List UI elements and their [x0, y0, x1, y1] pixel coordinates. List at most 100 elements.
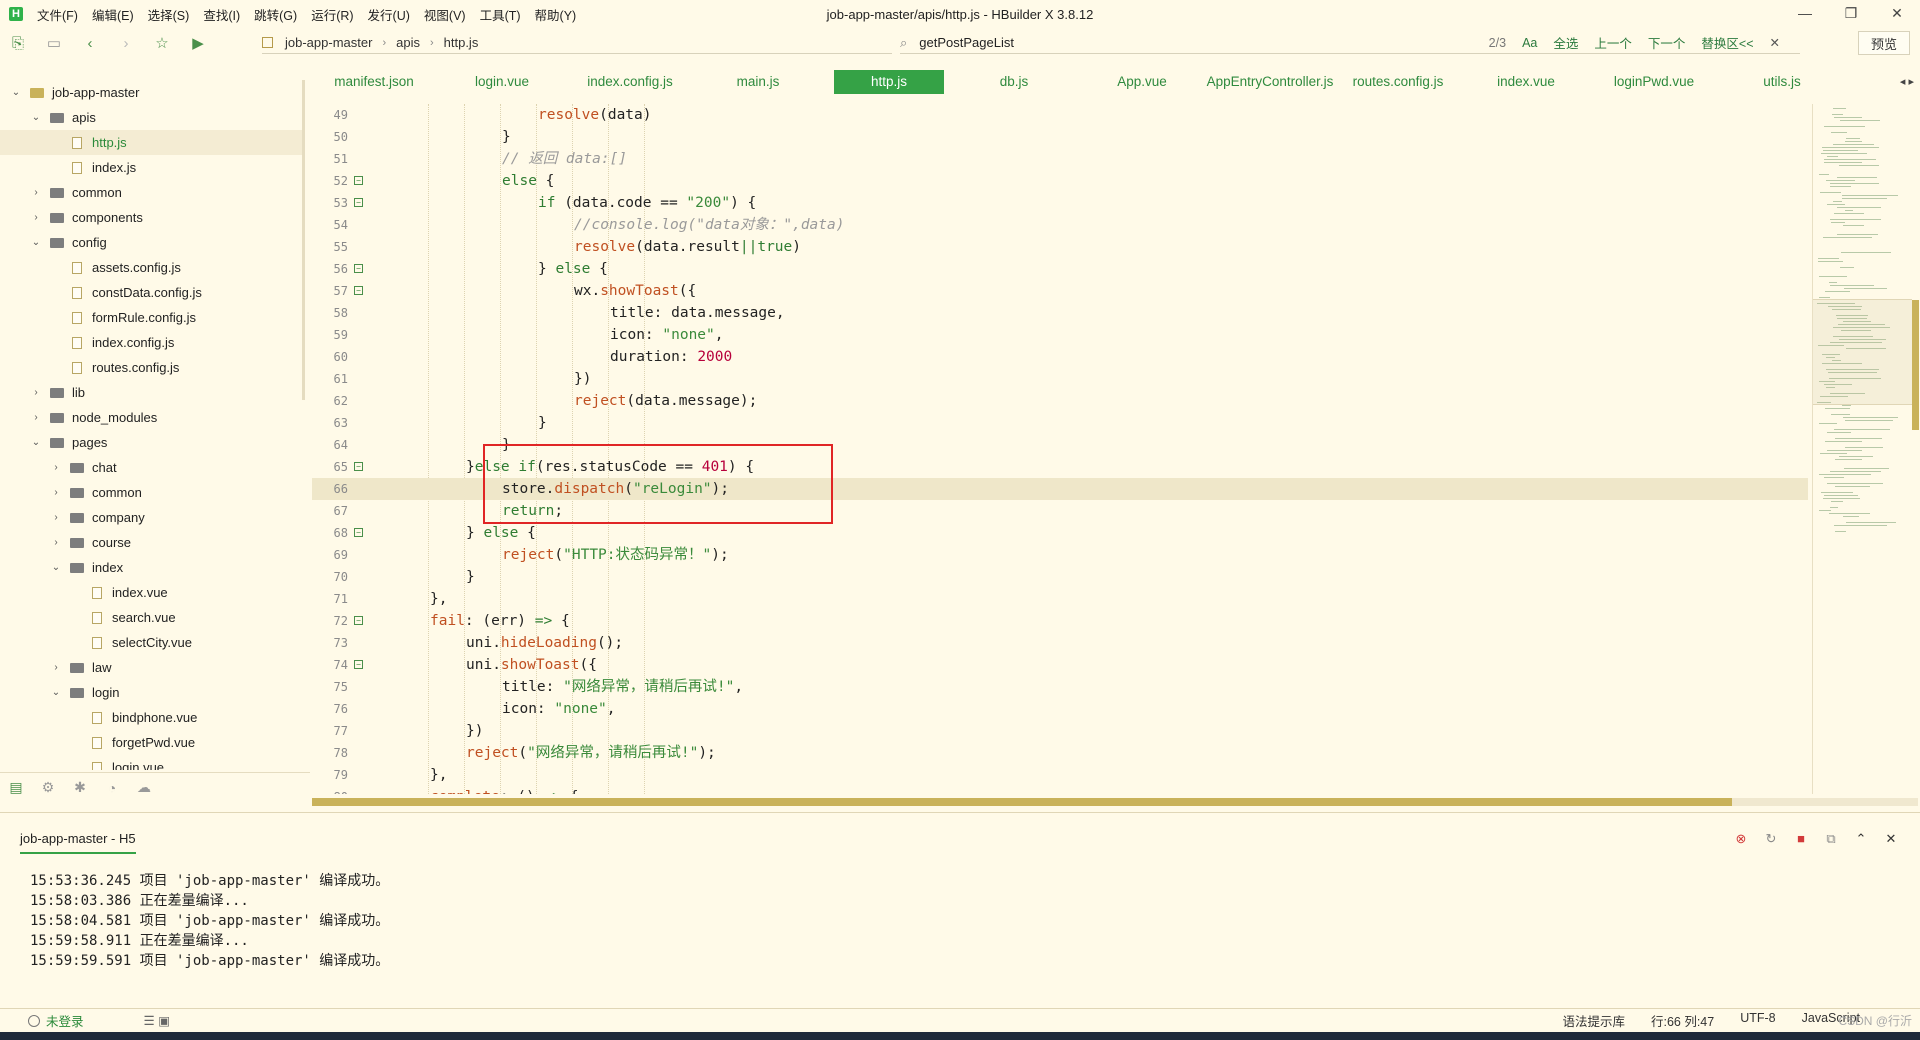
- tree-folder-item[interactable]: › lib: [0, 380, 304, 405]
- chevron-right-icon[interactable]: ›: [30, 187, 42, 198]
- code-line[interactable]: 64}: [312, 434, 1808, 456]
- tree-folder-item[interactable]: › chat: [0, 455, 304, 480]
- fold-toggle-icon[interactable]: −: [354, 528, 363, 537]
- vertical-scrollbar[interactable]: [1912, 300, 1919, 430]
- stop-icon[interactable]: ■: [1786, 831, 1816, 847]
- editor-tab[interactable]: utils.js: [1718, 70, 1846, 94]
- tree-file-item[interactable]: index.config.js: [0, 330, 304, 355]
- fold-toggle-icon[interactable]: −: [354, 286, 363, 295]
- back-icon[interactable]: ‹: [72, 35, 108, 52]
- chevron-down-icon[interactable]: ⌄: [50, 562, 62, 573]
- tree-file-item[interactable]: index.vue: [0, 580, 304, 605]
- fold-toggle-icon[interactable]: −: [354, 198, 363, 207]
- project-manager-icon[interactable]: ▤: [0, 779, 32, 796]
- tab-scroll-arrows-icon[interactable]: ◂ ▸: [1900, 70, 1914, 94]
- breadcrumb-item[interactable]: job-app-master: [285, 35, 372, 50]
- fold-toggle-icon[interactable]: −: [354, 616, 363, 625]
- menu-item[interactable]: 工具(T): [480, 5, 521, 24]
- git-icon[interactable]: ◔: [96, 780, 128, 796]
- fold-toggle-icon[interactable]: −: [354, 176, 363, 185]
- menu-item[interactable]: 帮助(Y): [535, 5, 577, 24]
- menu-item[interactable]: 文件(F): [37, 5, 78, 24]
- editor-tab[interactable]: index.vue: [1462, 70, 1590, 94]
- code-line[interactable]: 67 return;: [312, 500, 1808, 522]
- sidebar-scrollbar[interactable]: [302, 80, 305, 400]
- fold-toggle-icon[interactable]: −: [354, 462, 363, 471]
- code-line[interactable]: 71},: [312, 588, 1808, 610]
- editor-tab[interactable]: index.config.js: [566, 70, 694, 94]
- tree-folder-item[interactable]: › course: [0, 530, 304, 555]
- close-icon[interactable]: ✕: [1874, 0, 1920, 28]
- code-line[interactable]: 58 title: data.message,: [312, 302, 1808, 324]
- tree-folder-item[interactable]: › components: [0, 205, 304, 230]
- tree-folder-item[interactable]: › law: [0, 655, 304, 680]
- code-line[interactable]: 76 icon: "none",: [312, 698, 1808, 720]
- code-line[interactable]: 53− if (data.code == "200") {: [312, 192, 1808, 214]
- chevron-right-icon[interactable]: ›: [50, 662, 62, 673]
- editor-tab[interactable]: db.js: [950, 70, 1078, 94]
- tree-folder-item[interactable]: ⌄ login: [0, 680, 304, 705]
- menu-item[interactable]: 编辑(E): [92, 5, 134, 24]
- code-line[interactable]: 77}): [312, 720, 1808, 742]
- code-line[interactable]: 80 complete: () => {: [312, 786, 1808, 794]
- code-line[interactable]: 49 resolve(data): [312, 104, 1808, 126]
- restart-icon[interactable]: ↻: [1756, 831, 1786, 847]
- code-line[interactable]: 75 title: "网络异常，请稍后再试!",: [312, 676, 1808, 698]
- chevron-down-icon[interactable]: ⌄: [10, 87, 22, 98]
- open-external-icon[interactable]: ⧉: [1816, 831, 1846, 847]
- chevron-right-icon[interactable]: ›: [50, 462, 62, 473]
- code-line[interactable]: 66 store.dispatch("reLogin");: [312, 478, 1808, 500]
- code-line[interactable]: 59 icon: "none",: [312, 324, 1808, 346]
- editor-tab[interactable]: manifest.json: [310, 70, 438, 94]
- code-line[interactable]: 68−} else {: [312, 522, 1808, 544]
- tree-file-item[interactable]: search.vue: [0, 605, 304, 630]
- minimize-icon[interactable]: —: [1782, 0, 1828, 28]
- menu-item[interactable]: 查找(I): [203, 5, 240, 24]
- restore-icon[interactable]: ❐: [1828, 0, 1874, 28]
- code-line[interactable]: 78 reject("网络异常，请稍后再试!");: [312, 742, 1808, 764]
- code-line[interactable]: 72− fail: (err) => {: [312, 610, 1808, 632]
- chevron-down-icon[interactable]: ⌄: [30, 237, 42, 248]
- editor-tab[interactable]: http.js: [834, 70, 944, 94]
- plugin-icon[interactable]: ⚙: [32, 779, 64, 796]
- encoding[interactable]: UTF-8: [1740, 1011, 1775, 1030]
- preview-button[interactable]: 预览: [1858, 31, 1910, 55]
- editor-tab[interactable]: routes.config.js: [1334, 70, 1462, 94]
- code-line[interactable]: 52− else {: [312, 170, 1808, 192]
- code-line[interactable]: 70}: [312, 566, 1808, 588]
- menu-item[interactable]: 视图(V): [424, 5, 466, 24]
- code-line[interactable]: 54 //console.log("data对象：",data): [312, 214, 1808, 236]
- tree-file-item[interactable]: index.js: [0, 155, 304, 180]
- code-line[interactable]: 62 reject(data.message);: [312, 390, 1808, 412]
- chevron-right-icon[interactable]: ›: [50, 512, 62, 523]
- list-icon[interactable]: ☰ ▣: [144, 1013, 171, 1028]
- code-line[interactable]: 57− wx.showToast({: [312, 280, 1808, 302]
- tree-file-item[interactable]: selectCity.vue: [0, 630, 304, 655]
- search-input[interactable]: getPostPageList: [919, 35, 1014, 50]
- code-line[interactable]: 79},: [312, 764, 1808, 786]
- editor-tab[interactable]: login.vue: [438, 70, 566, 94]
- star-icon[interactable]: ☆: [144, 34, 180, 52]
- save-icon[interactable]: ▭: [36, 34, 72, 52]
- code-line[interactable]: 60 duration: 2000: [312, 346, 1808, 368]
- editor-tab[interactable]: AppEntryController.js: [1206, 70, 1334, 94]
- code-line[interactable]: 55 resolve(data.result||true): [312, 236, 1808, 258]
- editor-tab[interactable]: loginPwd.vue: [1590, 70, 1718, 94]
- code-editor[interactable]: 49 resolve(data) 50} 51// 返回 data:[] 52− else…: [312, 104, 1808, 794]
- chevron-right-icon[interactable]: ›: [30, 412, 42, 423]
- tree-file-item[interactable]: formRule.config.js: [0, 305, 304, 330]
- login-status[interactable]: 未登录: [28, 1011, 84, 1030]
- fold-toggle-icon[interactable]: −: [354, 660, 363, 669]
- code-line[interactable]: 50}: [312, 126, 1808, 148]
- tree-folder-item[interactable]: › common: [0, 480, 304, 505]
- select-all-button[interactable]: 全选: [1553, 33, 1578, 52]
- code-line[interactable]: 69 reject("HTTP:状态码异常！");: [312, 544, 1808, 566]
- chevron-down-icon[interactable]: ⌄: [50, 687, 62, 698]
- tree-folder-item[interactable]: › node_modules: [0, 405, 304, 430]
- editor-tab[interactable]: App.vue: [1078, 70, 1206, 94]
- tree-file-item[interactable]: assets.config.js: [0, 255, 304, 280]
- tree-folder-item[interactable]: ⌄ apis: [0, 105, 304, 130]
- fold-toggle-icon[interactable]: −: [354, 264, 363, 273]
- chevron-down-icon[interactable]: ⌄: [30, 112, 42, 123]
- chevron-right-icon[interactable]: ›: [30, 212, 42, 223]
